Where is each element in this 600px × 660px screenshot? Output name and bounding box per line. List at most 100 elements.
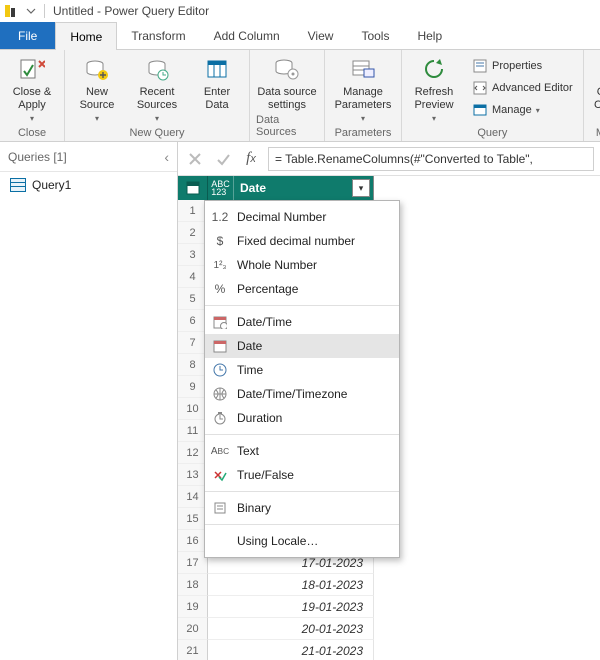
truefalse-icon bbox=[211, 466, 229, 484]
ribbon-tabs: File Home Transform Add Column View Tool… bbox=[0, 22, 600, 50]
datetime-icon bbox=[211, 313, 229, 331]
cell[interactable]: 21-01-2023 bbox=[208, 640, 374, 660]
group-new-query: New Source▾ Recent Sources▾ Enter Data N… bbox=[65, 50, 250, 141]
menu-duration[interactable]: Duration bbox=[205, 406, 399, 430]
group-parameters-label: Parameters bbox=[335, 125, 392, 142]
menu-percentage[interactable]: %Percentage bbox=[205, 277, 399, 301]
group-new-query-label: New Query bbox=[129, 125, 184, 142]
ribbon: Close & Apply ▾ Close New Source▾ Recent… bbox=[0, 50, 600, 142]
data-source-settings-button[interactable]: Data source settings bbox=[256, 54, 318, 112]
app-icon bbox=[4, 4, 18, 18]
manage-icon bbox=[472, 102, 488, 118]
accept-formula-button[interactable] bbox=[212, 148, 234, 170]
cell[interactable]: 18-01-2023 bbox=[208, 574, 374, 596]
menu-decimal-number[interactable]: 1.2Decimal Number bbox=[205, 205, 399, 229]
properties-icon bbox=[472, 58, 488, 74]
tab-view[interactable]: View bbox=[294, 22, 348, 49]
refresh-preview-button[interactable]: Refresh Preview▾ bbox=[408, 54, 460, 125]
queries-header[interactable]: Queries [1] ‹ bbox=[0, 142, 177, 172]
column-name: Date bbox=[234, 181, 352, 195]
grid-body: 1 2 3 4 5 6 7 8 9 10 11 12 13 14 15 1616… bbox=[178, 200, 600, 660]
percentage-icon: % bbox=[211, 280, 229, 298]
grid-header: ABC 123 Date ▾ bbox=[178, 176, 600, 200]
column-filter-dropdown[interactable]: ▾ bbox=[352, 179, 370, 197]
separator bbox=[205, 434, 399, 435]
group-manage-columns-label: Manage bbox=[596, 125, 600, 142]
type-context-menu: 1.2Decimal Number $Fixed decimal number … bbox=[204, 200, 400, 558]
title-bar: Untitled - Power Query Editor bbox=[0, 0, 600, 22]
tab-transform[interactable]: Transform bbox=[117, 22, 199, 49]
cell[interactable]: 20-01-2023 bbox=[208, 618, 374, 640]
recent-sources-button[interactable]: Recent Sources▾ bbox=[131, 54, 183, 125]
menu-whole-number[interactable]: 1²₃Whole Number bbox=[205, 253, 399, 277]
menu-datetime[interactable]: Date/Time bbox=[205, 310, 399, 334]
window-title: Untitled - Power Query Editor bbox=[53, 4, 209, 18]
column-header-date[interactable]: ABC 123 Date ▾ bbox=[208, 176, 374, 200]
row-number[interactable]: 18 bbox=[178, 574, 208, 596]
choose-columns-icon bbox=[590, 54, 600, 84]
main: Queries [1] ‹ Query1 fx = Table.RenameCo… bbox=[0, 142, 600, 660]
binary-icon bbox=[211, 499, 229, 517]
text-icon: ABC bbox=[211, 442, 229, 460]
queries-header-text: Queries [1] bbox=[8, 150, 67, 164]
group-close-label: Close bbox=[18, 125, 46, 142]
duration-icon bbox=[211, 409, 229, 427]
table-icon bbox=[10, 178, 26, 192]
cancel-formula-button[interactable] bbox=[184, 148, 206, 170]
manage-parameters-icon bbox=[331, 54, 395, 84]
group-close: Close & Apply ▾ Close bbox=[0, 50, 65, 141]
query-item[interactable]: Query1 bbox=[0, 172, 177, 198]
formula-input[interactable]: = Table.RenameColumns(#"Converted to Tab… bbox=[268, 147, 594, 171]
query-name: Query1 bbox=[32, 178, 71, 192]
row-number[interactable]: 21 bbox=[178, 640, 208, 660]
timezone-icon bbox=[211, 385, 229, 403]
new-source-button[interactable]: New Source▾ bbox=[71, 54, 123, 125]
collapse-icon[interactable]: ‹ bbox=[164, 149, 169, 165]
properties-button[interactable]: Properties bbox=[468, 56, 577, 76]
date-icon bbox=[211, 337, 229, 355]
close-apply-button[interactable]: Close & Apply ▾ bbox=[6, 54, 58, 125]
select-all-corner[interactable] bbox=[178, 176, 208, 200]
separator bbox=[205, 305, 399, 306]
row-number[interactable]: 20 bbox=[178, 618, 208, 640]
advanced-editor-icon bbox=[472, 80, 488, 96]
enter-data-button[interactable]: Enter Data bbox=[191, 54, 243, 112]
enter-data-icon bbox=[191, 54, 243, 84]
manage-parameters-button[interactable]: Manage Parameters▾ bbox=[331, 54, 395, 125]
close-apply-icon bbox=[6, 54, 58, 84]
refresh-icon bbox=[408, 54, 460, 84]
time-icon bbox=[211, 361, 229, 379]
formula-bar: fx = Table.RenameColumns(#"Converted to … bbox=[178, 142, 600, 176]
whole-number-icon: 1²₃ bbox=[211, 256, 229, 274]
fx-icon[interactable]: fx bbox=[240, 148, 262, 170]
manage-button[interactable]: Manage ▾ bbox=[468, 100, 577, 120]
group-data-sources: Data source settings Data Sources bbox=[250, 50, 325, 141]
choose-columns-button[interactable]: Choose Columns▾ bbox=[590, 54, 600, 125]
tab-home[interactable]: Home bbox=[55, 22, 117, 50]
queries-pane: Queries [1] ‹ Query1 bbox=[0, 142, 178, 660]
separator bbox=[205, 491, 399, 492]
group-query: Refresh Preview▾ Properties Advanced Edi… bbox=[402, 50, 584, 141]
row-number[interactable]: 19 bbox=[178, 596, 208, 618]
menu-time[interactable]: Time bbox=[205, 358, 399, 382]
separator bbox=[205, 524, 399, 525]
menu-text[interactable]: ABCText bbox=[205, 439, 399, 463]
group-parameters: Manage Parameters▾ Parameters bbox=[325, 50, 402, 141]
menu-date[interactable]: Date bbox=[205, 334, 399, 358]
currency-icon: $ bbox=[211, 232, 229, 250]
menu-using-locale[interactable]: Using Locale… bbox=[205, 529, 399, 553]
menu-datetimezone[interactable]: Date/Time/Timezone bbox=[205, 382, 399, 406]
menu-fixed-decimal[interactable]: $Fixed decimal number bbox=[205, 229, 399, 253]
qat-dropdown-icon[interactable] bbox=[24, 4, 38, 18]
tab-help[interactable]: Help bbox=[403, 22, 456, 49]
cell[interactable]: 19-01-2023 bbox=[208, 596, 374, 618]
column-type-icon[interactable]: ABC 123 bbox=[208, 176, 234, 200]
tab-add-column[interactable]: Add Column bbox=[200, 22, 294, 49]
tab-file[interactable]: File bbox=[0, 22, 55, 49]
menu-binary[interactable]: Binary bbox=[205, 496, 399, 520]
group-query-label: Query bbox=[477, 125, 507, 142]
tab-tools[interactable]: Tools bbox=[347, 22, 403, 49]
menu-truefalse[interactable]: True/False bbox=[205, 463, 399, 487]
new-source-icon bbox=[71, 54, 123, 84]
advanced-editor-button[interactable]: Advanced Editor bbox=[468, 78, 577, 98]
